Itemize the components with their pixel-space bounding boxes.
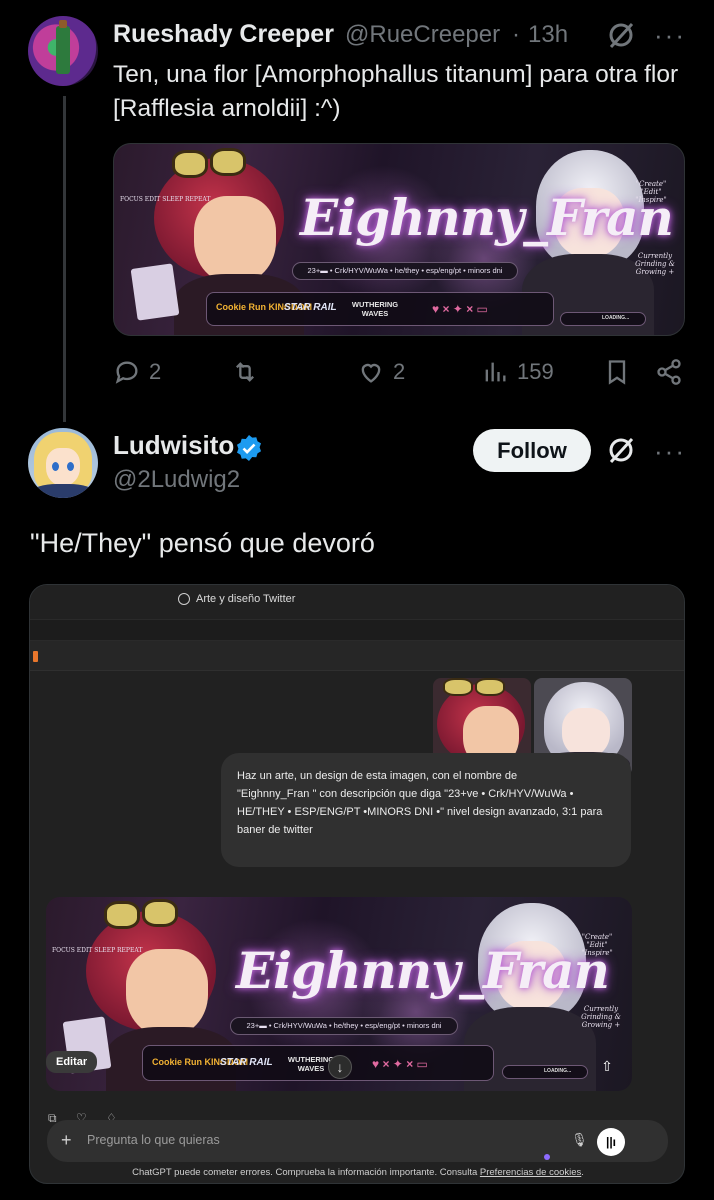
prompt-line: baner de twitter	[237, 824, 313, 836]
star-rail-logo: STAR RAIL	[284, 302, 337, 313]
tweet1-action-bar: 2 2 159	[113, 358, 693, 392]
banner2-right-note-2: Currently Grinding & Growing +	[581, 1005, 621, 1029]
banner1-left-note: FOCUS EDIT SLEEP REPEAT	[120, 196, 211, 203]
disclaimer-text: ChatGPT puede cometer errores. Comprueba…	[132, 1167, 478, 1178]
thread-line	[63, 96, 66, 422]
prompt-line: HE/THEY • ESP/ENG/PT •MINORS DNI •" nive…	[237, 806, 603, 818]
wuthering-waves-logo: WUTHERING WAVES	[351, 300, 399, 318]
chat-title: Arte y diseño Twitter	[178, 593, 295, 605]
more-options-icon[interactable]: ···	[654, 20, 686, 51]
user-prompt-bubble: Haz un arte, un design de esta imagen, c…	[221, 753, 631, 867]
tweet1-timestamp[interactable]: 13h	[528, 21, 568, 49]
grok-icon[interactable]	[606, 20, 636, 50]
heart-outline-icon	[361, 363, 381, 383]
status-dot-icon	[544, 1154, 550, 1160]
scroll-down-button[interactable]: ↓	[328, 1055, 352, 1079]
avatar-rueshady[interactable]	[28, 16, 98, 86]
like-count: 2	[393, 359, 406, 384]
star-rail-logo: STAR RAIL	[220, 1057, 273, 1068]
banner1-right-note-2: Currently Grinding & Growing +	[635, 252, 675, 276]
retweet-button[interactable]	[231, 358, 267, 386]
cookie-preferences-link[interactable]: Preferencias de cookies	[480, 1167, 581, 1178]
tweet2-author-name[interactable]: Ludwisito	[113, 430, 234, 461]
chat-band	[30, 641, 684, 671]
banner1-title: Eighnny_Fran	[300, 188, 674, 247]
follow-button[interactable]: Follow	[473, 429, 591, 472]
tweet1-author-handle[interactable]: @RueCreeper	[345, 21, 500, 49]
banner2-tagline: 23+▬ • Crk/HYV/WuWa • he/they • esp/eng/…	[230, 1017, 458, 1035]
reply-count: 2	[149, 359, 162, 384]
share-image-icon[interactable]: ⇧	[596, 1055, 618, 1077]
composer-input[interactable]: Pregunta lo que quieras	[87, 1133, 220, 1147]
heart-icon: ♥ × ✦ × ▭	[432, 302, 488, 316]
chat-window-topbar: Arte y diseño Twitter	[30, 585, 684, 615]
tweet1-text: Ten, una flor [Amorphophallus titanum] p…	[113, 61, 679, 122]
views-icon	[485, 362, 506, 382]
voice-mode-icon[interactable]: ||ı	[597, 1128, 625, 1156]
add-attachment-icon[interactable]: +	[61, 1130, 72, 1151]
tweet1-author-name[interactable]: Rueshady Creeper	[113, 20, 334, 49]
banner2-loading: LOADING...	[544, 1068, 572, 1074]
retweet-icon	[236, 362, 254, 382]
more-options-icon[interactable]: ···	[654, 436, 686, 467]
like-button[interactable]: 2	[357, 358, 405, 386]
prompt-line: Haz un arte, un design de esta imagen, c…	[237, 770, 518, 782]
tweet2-text: "He/They" pensó que devoró	[30, 528, 375, 558]
chat-composer[interactable]: + Pregunta lo que quieras 🎙 ||ı	[47, 1120, 668, 1162]
views-count: 159	[517, 359, 554, 384]
avatar-ludwisito[interactable]	[28, 428, 98, 498]
bookmark-icon	[608, 360, 626, 385]
disclaimer-end: .	[581, 1167, 584, 1178]
grok-icon[interactable]	[606, 435, 636, 465]
microphone-icon[interactable]: 🎙	[571, 1132, 588, 1150]
edit-image-button[interactable]: Editar	[46, 1051, 98, 1073]
banner2-left-note: FOCUS EDIT SLEEP REPEAT	[52, 947, 143, 954]
tweet1-separator: ·	[512, 21, 520, 48]
tweet2-author-handle[interactable]: @2Ludwig2	[113, 466, 240, 494]
bookmark-button[interactable]	[603, 358, 631, 386]
banner1-right-note-1: "Create" "Edit" "Inspire"	[635, 180, 667, 204]
chat-band	[30, 619, 684, 641]
prompt-line: "Eighnny_Fran " con descripción que diga…	[237, 788, 574, 800]
bookmark-marker-icon	[33, 651, 38, 662]
heart-icon: ♥ × ✦ × ▭	[372, 1057, 428, 1071]
share-button[interactable]	[655, 358, 683, 386]
chat-window-title: Arte y diseño Twitter	[196, 593, 296, 605]
banner2-title: Eighnny_Fran	[236, 941, 610, 1000]
views-button[interactable]: 159	[481, 358, 554, 386]
reply-icon	[115, 361, 138, 384]
share-icon	[657, 359, 681, 385]
project-icon	[178, 593, 190, 605]
banner1-tagline: 23+▬ • Crk/HYV/WuWa • he/they • esp/eng/…	[292, 262, 518, 280]
tweet1-media-banner[interactable]: FOCUS EDIT SLEEP REPEAT Eighnny_Fran 23+…	[113, 143, 685, 336]
tweet2-media-screenshot[interactable]: Arte y diseño Twitter Haz un arte, un de…	[29, 584, 685, 1184]
chat-disclaimer: ChatGPT puede cometer errores. Comprueba…	[30, 1167, 684, 1178]
banner1-loading: LOADING...	[602, 315, 630, 321]
reply-button[interactable]: 2	[113, 358, 161, 386]
banner2-right-note-1: "Create" "Edit" "Inspire"	[581, 933, 613, 957]
verified-badge-icon[interactable]	[234, 433, 264, 463]
